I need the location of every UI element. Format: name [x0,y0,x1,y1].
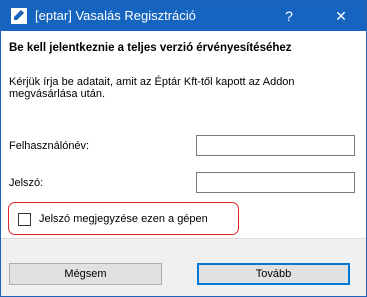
footer-separator [1,238,366,239]
dialog-description: Kérjük írja be adatait, amit az Éptár Kf… [9,76,295,100]
dialog-heading: Be kell jelentkeznie a teljes verzió érv… [9,42,292,54]
password-label: Jelszó: [9,177,44,189]
username-field[interactable] [196,135,355,156]
registration-dialog: [eptar] Vasalás Regisztráció ? ✕ Be kell… [0,0,367,297]
dialog-content: Be kell jelentkeznie a teljes verzió érv… [1,31,366,238]
cancel-button[interactable]: Mégsem [9,263,162,285]
title-bar[interactable]: [eptar] Vasalás Regisztráció ? ✕ [1,1,366,31]
close-button[interactable]: ✕ [323,1,359,31]
remember-password-label[interactable]: Jelszó megjegyzése ezen a gépen [39,213,208,226]
app-icon [11,8,27,24]
window-title: [eptar] Vasalás Regisztráció [35,8,196,23]
remember-password-highlight: Jelszó megjegyzése ezen a gépen [8,202,239,235]
password-field[interactable] [196,172,355,193]
remember-password-checkbox[interactable] [18,213,31,226]
username-label: Felhasználónév: [9,140,90,152]
help-button[interactable]: ? [271,1,307,31]
next-button[interactable]: Tovább [197,263,350,285]
